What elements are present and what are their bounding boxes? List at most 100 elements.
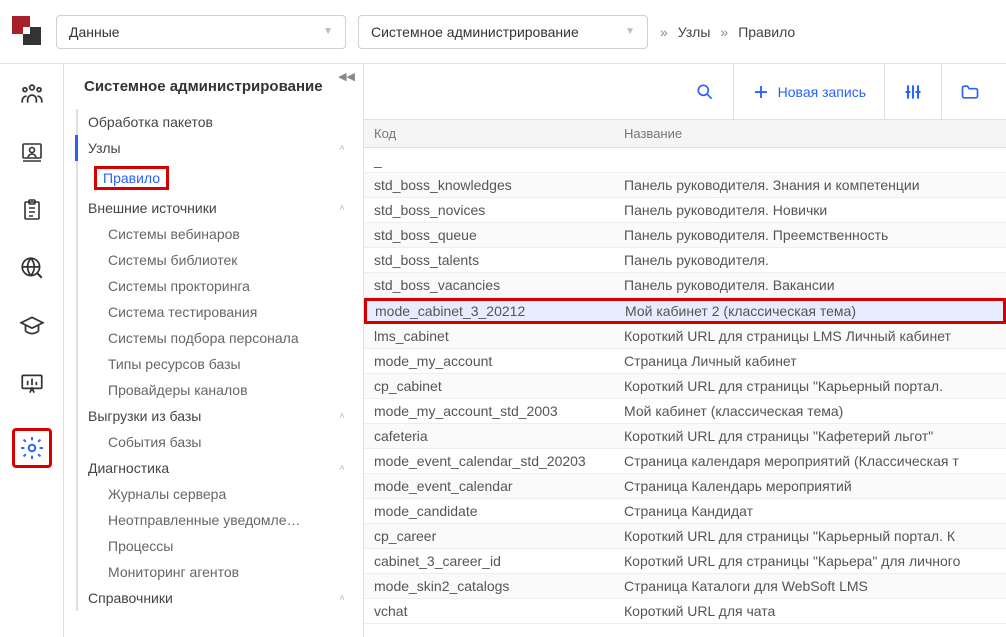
chevron-up-icon: ˄ (339, 143, 345, 154)
table-row[interactable]: mode_cabinet_3_20212Мой кабинет 2 (класс… (364, 298, 1006, 324)
tree-item-label: Неотправленные уведомле… (108, 512, 301, 528)
table-row[interactable]: vchatКороткий URL для чата (364, 599, 1006, 624)
tree-item-label: Выгрузки из базы (88, 408, 201, 424)
tree-item[interactable]: Обработка пакетов (80, 109, 363, 135)
new-record-button[interactable]: Новая запись (733, 64, 884, 120)
cell-code: cp_cabinet (364, 374, 614, 398)
folder-button[interactable] (941, 64, 998, 120)
grid: Код Название _ std_boss_knowledgesПанель… (364, 120, 1006, 637)
table-row[interactable]: mode_my_accountСтраница Личный кабинет (364, 349, 1006, 374)
left-rail (0, 64, 64, 637)
rail-team-icon[interactable] (18, 80, 46, 108)
table-row[interactable]: cp_cabinetКороткий URL для страницы "Кар… (364, 374, 1006, 399)
cell-name: Короткий URL для страницы "Карьера" для … (614, 549, 1006, 573)
tree-item[interactable]: Неотправленные уведомле… (80, 507, 363, 533)
tree-item[interactable]: Правило (80, 161, 363, 195)
tree-item[interactable]: Узлы ˄ (75, 135, 363, 161)
tree-item-label: Узлы (88, 140, 121, 156)
breadcrumb-item[interactable]: Правило (738, 24, 795, 40)
cell-name: Панель руководителя. Новички (614, 198, 1006, 222)
table-row[interactable]: std_boss_knowledgesПанель руководителя. … (364, 173, 1006, 198)
rail-settings-icon[interactable] (12, 428, 52, 468)
tree-item-label: Обработка пакетов (88, 114, 213, 130)
tree-item-label: Внешние источники (88, 200, 217, 216)
tree-item[interactable]: Диагностика˄ (80, 455, 363, 481)
rail-education-icon[interactable] (18, 312, 46, 340)
cell-code: cabinet_3_career_id (364, 549, 614, 573)
col-header-code[interactable]: Код (364, 120, 614, 147)
rail-clipboard-icon[interactable] (18, 196, 46, 224)
cell-code: std_boss_queue (364, 223, 614, 247)
tree-item[interactable]: Типы ресурсов базы (80, 351, 363, 377)
table-row[interactable]: _ (364, 148, 1006, 173)
cell-code: std_boss_knowledges (364, 173, 614, 197)
table-row[interactable]: cafeteriaКороткий URL для страницы "Кафе… (364, 424, 1006, 449)
tree-item[interactable]: Журналы сервера (80, 481, 363, 507)
chevron-up-icon: ˄ (339, 203, 345, 214)
content: Новая запись Код Название _ std_boss_kno… (364, 64, 1006, 637)
table-row[interactable]: std_boss_novicesПанель руководителя. Нов… (364, 198, 1006, 223)
cell-name: Страница календаря мероприятий (Классиче… (614, 449, 1006, 473)
cell-code: mode_cabinet_3_20212 (367, 301, 617, 321)
table-row[interactable]: std_boss_talentsПанель руководителя. (364, 248, 1006, 273)
tree-item[interactable]: Системы вебинаров (80, 221, 363, 247)
columns-button[interactable] (884, 64, 941, 120)
table-row[interactable]: std_boss_vacanciesПанель руководителя. В… (364, 273, 1006, 298)
table-row[interactable]: mode_event_calendarСтраница Календарь ме… (364, 474, 1006, 499)
cell-code: mode_my_account (364, 349, 614, 373)
tree-item[interactable]: События базы (80, 429, 363, 455)
search-button[interactable] (677, 64, 733, 120)
cell-code: cp_career (364, 524, 614, 548)
cell-name: Панель руководителя. Преемственность (614, 223, 1006, 247)
cell-name: Мой кабинет (классическая тема) (614, 399, 1006, 423)
select-module[interactable]: Системное администрирование ▼ (358, 15, 648, 49)
rail-user-icon[interactable] (18, 138, 46, 166)
cell-name: Страница Каталоги для WebSoft LMS (614, 574, 1006, 598)
table-row[interactable]: mode_candidateСтраница Кандидат (364, 499, 1006, 524)
cell-code: cafeteria (364, 424, 614, 448)
breadcrumb: » Узлы » Правило (660, 24, 795, 40)
tree-item[interactable]: Система тестирования (80, 299, 363, 325)
col-header-name[interactable]: Название (614, 120, 1006, 147)
table-row[interactable]: std_boss_queueПанель руководителя. Преем… (364, 223, 1006, 248)
tree: Обработка пакетовУзлы˄ПравилоВнешние ист… (76, 109, 363, 611)
tree-item[interactable]: Внешние источники ˄ (80, 195, 363, 221)
chevron-down-icon: ▼ (323, 26, 333, 37)
sidebar-title: Системное администрирование (70, 78, 363, 109)
cell-name: Панель руководителя. Знания и компетенци… (614, 173, 1006, 197)
rail-globe-icon[interactable] (18, 254, 46, 282)
table-row[interactable]: cabinet_3_career_idКороткий URL для стра… (364, 549, 1006, 574)
table-row[interactable]: lms_cabinetКороткий URL для страницы LMS… (364, 324, 1006, 349)
tree-item-label: Система тестирования (108, 304, 257, 320)
tree-item[interactable]: Системы подбора персонала (80, 325, 363, 351)
select-data[interactable]: Данные ▼ (56, 15, 346, 49)
breadcrumb-sep: » (660, 24, 668, 40)
chevron-up-icon: ˄ (339, 411, 345, 422)
breadcrumb-item[interactable]: Узлы (678, 24, 711, 40)
tree-item-label: Типы ресурсов базы (108, 356, 241, 372)
table-row[interactable]: mode_skin2_catalogsСтраница Каталоги для… (364, 574, 1006, 599)
tree-item-label: Справочники (88, 590, 173, 606)
collapse-icon[interactable]: ◀◀ (338, 70, 355, 83)
tree-item[interactable]: Справочники ˄ (80, 585, 363, 611)
tree-item[interactable]: Выгрузки из базы ˄ (80, 403, 363, 429)
table-row[interactable]: cp_careerКороткий URL для страницы "Карь… (364, 524, 1006, 549)
cell-name: Панель руководителя. (614, 248, 1006, 272)
tree-item-label: Диагностика (88, 460, 169, 476)
table-row[interactable]: mode_event_calendar_std_20203Страница ка… (364, 449, 1006, 474)
chevron-up-icon: ˄ (339, 593, 345, 604)
tree-item-label: Журналы сервера (108, 486, 226, 502)
rail-presentation-icon[interactable] (18, 370, 46, 398)
tree-item-label: Системы подбора персонала (108, 330, 299, 346)
select-data-label: Данные (69, 24, 120, 40)
cell-name: Короткий URL для страницы "Карьерный пор… (614, 524, 1006, 548)
tree-item[interactable]: Провайдеры каналов (80, 377, 363, 403)
cell-name: Короткий URL для страницы LMS Личный каб… (614, 324, 1006, 348)
tree-item[interactable]: Системы прокторинга (80, 273, 363, 299)
tree-item[interactable]: Мониторинг агентов (80, 559, 363, 585)
table-row[interactable]: mode_my_account_std_2003Мой кабинет (кла… (364, 399, 1006, 424)
tree-item[interactable]: Системы библиотек (80, 247, 363, 273)
tree-item[interactable]: Процессы (80, 533, 363, 559)
grid-header: Код Название (364, 120, 1006, 148)
cell-name (614, 148, 1006, 172)
